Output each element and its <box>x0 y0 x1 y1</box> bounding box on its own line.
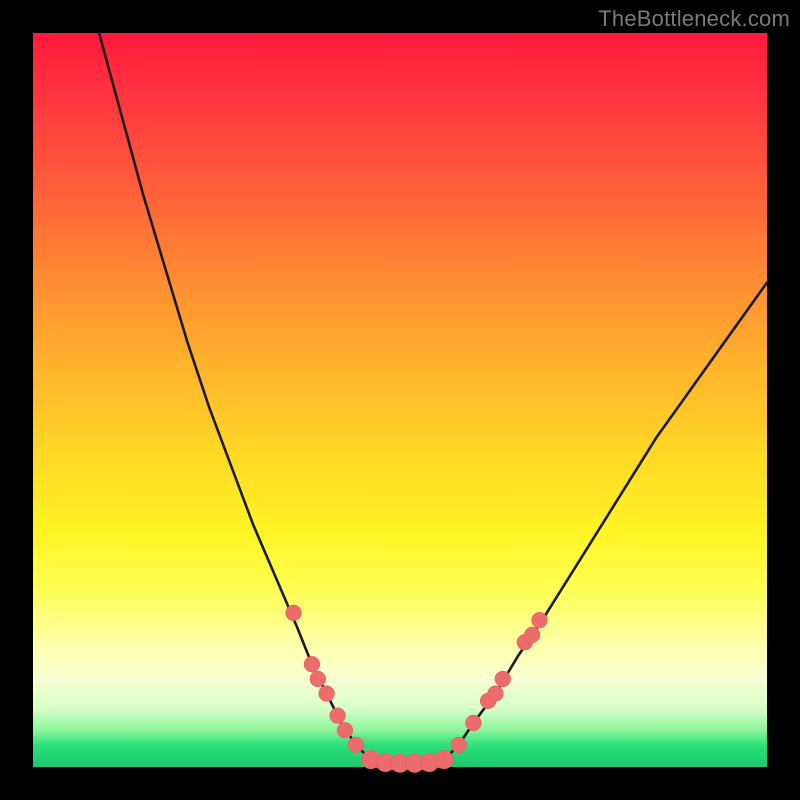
data-marker <box>524 627 540 643</box>
data-marker <box>532 612 548 628</box>
data-marker <box>465 715 481 731</box>
data-marker <box>304 656 320 672</box>
plot-area <box>33 33 767 767</box>
data-marker <box>310 671 326 687</box>
outer-frame: TheBottleneck.com <box>0 0 800 800</box>
data-marker <box>319 686 335 702</box>
data-marker <box>495 671 511 687</box>
data-marker <box>451 737 467 753</box>
data-marker <box>487 686 503 702</box>
data-marker <box>286 605 302 621</box>
bottleneck-curve <box>99 33 767 763</box>
chart-svg <box>33 33 767 767</box>
data-marker <box>435 750 454 769</box>
data-marker <box>337 722 353 738</box>
watermark-text: TheBottleneck.com <box>598 6 790 32</box>
data-marker <box>330 708 346 724</box>
data-marker <box>348 737 364 753</box>
